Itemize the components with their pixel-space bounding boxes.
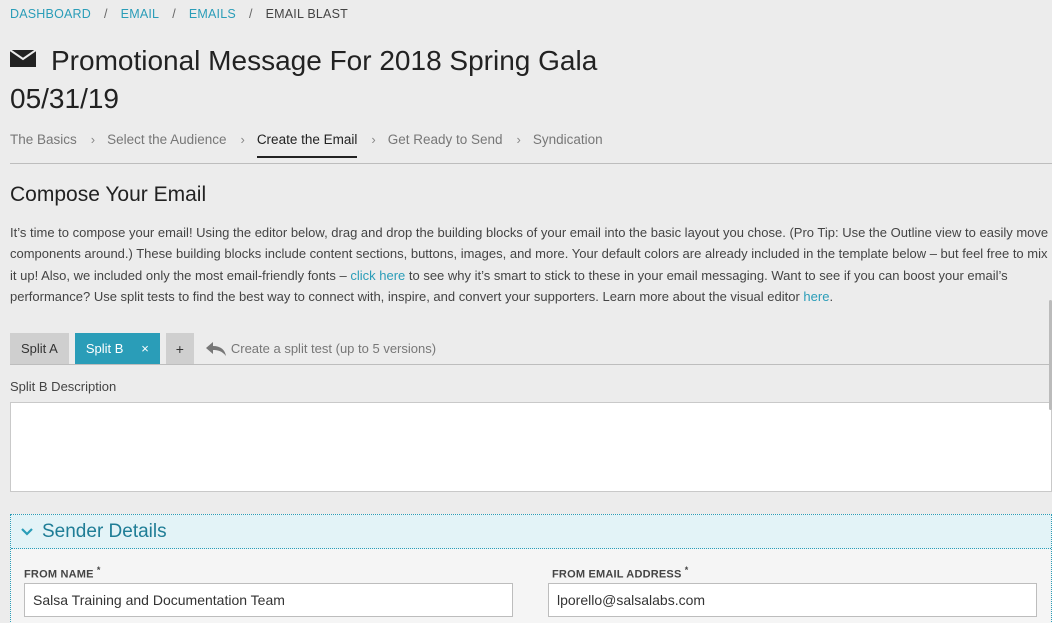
breadcrumb-email[interactable]: EMAIL [121, 7, 160, 21]
label-text: FROM EMAIL ADDRESS [552, 568, 682, 581]
breadcrumb-emails[interactable]: EMAILS [189, 7, 236, 21]
label-text: FROM NAME [24, 568, 94, 581]
breadcrumb-separator: / [248, 7, 253, 21]
breadcrumb: DASHBOARD / EMAIL / EMAILS / EMAIL BLAST [10, 7, 348, 21]
compose-intro: It’s time to compose your email! Using t… [10, 222, 1050, 307]
step-get-ready[interactable]: Get Ready to Send [388, 132, 503, 158]
wizard-steps: The Basics › Select the Audience › Creat… [10, 132, 603, 158]
intro-text: . [829, 288, 834, 304]
step-select-audience[interactable]: Select the Audience [107, 132, 226, 158]
chevron-down-icon [21, 527, 33, 536]
steps-divider [10, 163, 1052, 164]
tab-split-a[interactable]: Split A [10, 333, 69, 364]
required-mark: * [96, 565, 101, 575]
breadcrumb-separator: / [103, 7, 108, 21]
envelope-icon [10, 50, 36, 67]
chevron-right-icon: › [516, 132, 521, 147]
from-name-label: FROM NAME * [24, 565, 101, 581]
fonts-help-link[interactable]: click here [350, 268, 405, 283]
from-name-input[interactable]: Salsa Training and Documentation Team [24, 583, 513, 617]
breadcrumb-current: EMAIL BLAST [265, 7, 348, 21]
close-icon[interactable]: × [141, 341, 149, 356]
step-syndication[interactable]: Syndication [533, 132, 603, 158]
breadcrumb-dashboard[interactable]: DASHBOARD [10, 7, 91, 21]
split-test-hint: Create a split test (up to 5 versions) [205, 333, 436, 364]
sender-details-heading: Sender Details [42, 520, 167, 542]
page-date: 05/31/19 [10, 83, 119, 114]
tab-split-b[interactable]: Split B × [74, 333, 160, 364]
sender-details-toggle[interactable]: Sender Details [11, 515, 1051, 549]
required-mark: * [684, 565, 689, 575]
step-create-email[interactable]: Create the Email [256, 132, 358, 158]
from-email-label: FROM EMAIL ADDRESS * [552, 565, 688, 581]
description-textarea[interactable] [10, 402, 1052, 492]
tab-label: Split B [85, 341, 124, 356]
from-email-input[interactable]: lporello@salsalabs.com [548, 583, 1037, 617]
chevron-right-icon: › [90, 132, 96, 147]
page-title: Promotional Message For 2018 Spring Gala [51, 45, 598, 76]
step-the-basics[interactable]: The Basics [10, 132, 77, 158]
add-split-button[interactable]: + [165, 333, 194, 364]
tab-label: Split A [21, 341, 58, 356]
split-divider [10, 364, 1052, 365]
reply-arrow-icon [205, 341, 226, 356]
split-tabs: Split A Split B × + Create a split test … [10, 333, 436, 364]
chevron-right-icon: › [371, 132, 376, 147]
chevron-right-icon: › [240, 132, 245, 147]
breadcrumb-separator: / [172, 7, 176, 21]
visual-editor-help-link[interactable]: here [803, 289, 829, 304]
compose-heading: Compose Your Email [10, 183, 207, 206]
description-label: Split B Description [10, 379, 117, 394]
split-hint-text: Create a split test (up to 5 versions) [230, 341, 437, 356]
page-header: Promotional Message For 2018 Spring Gala [10, 42, 597, 80]
